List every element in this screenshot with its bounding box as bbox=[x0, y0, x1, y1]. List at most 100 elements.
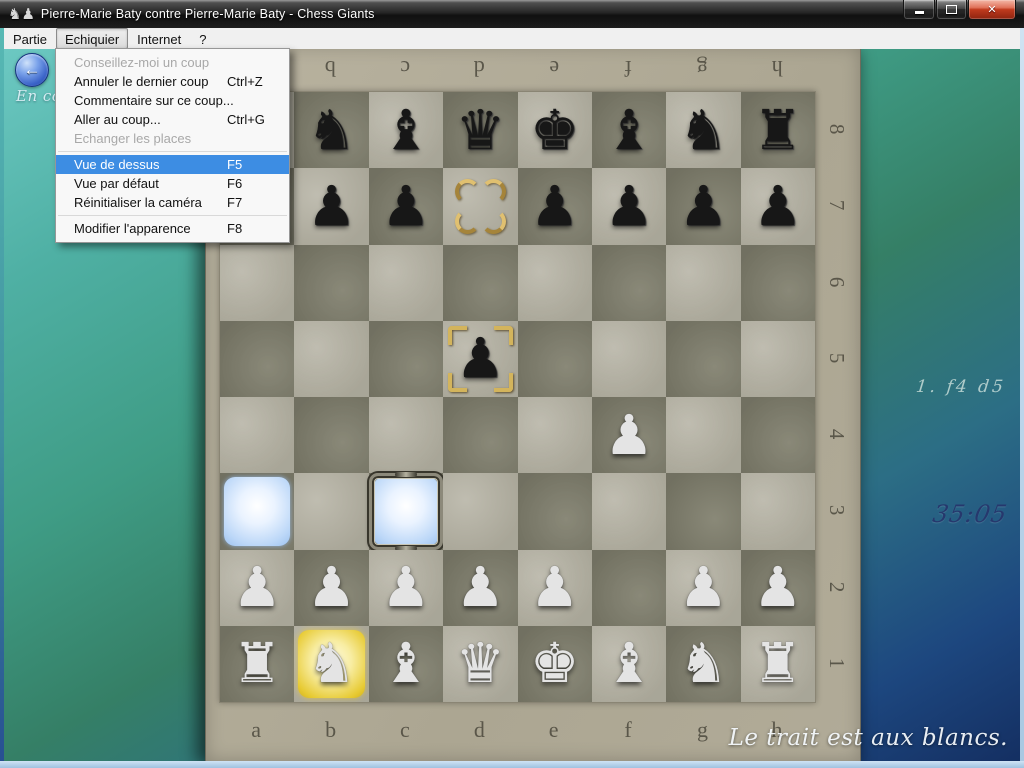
menu-item-label: Echanger les places bbox=[74, 131, 227, 146]
piece-white-knight: ♞ bbox=[666, 626, 740, 702]
menu-item[interactable]: Annuler le dernier coupCtrl+Z bbox=[56, 72, 289, 91]
square-b4[interactable] bbox=[294, 397, 368, 473]
square-d4[interactable] bbox=[443, 397, 517, 473]
square-d5[interactable]: ♟ bbox=[443, 321, 517, 397]
minimize-button[interactable] bbox=[903, 0, 935, 20]
title-bar[interactable]: ♞♟ Pierre-Marie Baty contre Pierre-Marie… bbox=[0, 0, 1024, 29]
square-c5[interactable] bbox=[369, 321, 443, 397]
square-f6[interactable] bbox=[592, 245, 666, 321]
menubar-item-echiquier[interactable]: Echiquier bbox=[56, 28, 128, 49]
square-e4[interactable] bbox=[518, 397, 592, 473]
menu-item[interactable]: Vue par défautF6 bbox=[56, 174, 289, 193]
square-e1[interactable]: ♚ bbox=[518, 626, 592, 702]
square-c7[interactable]: ♟ bbox=[369, 168, 443, 244]
rank-label-3: 3 bbox=[799, 487, 875, 533]
window-controls: ✕ bbox=[902, 0, 1016, 20]
maximize-icon bbox=[946, 5, 957, 14]
square-d1[interactable]: ♛ bbox=[443, 626, 517, 702]
square-d3[interactable] bbox=[443, 473, 517, 549]
piece-black-pawn: ♟ bbox=[518, 168, 592, 244]
window-title: Pierre-Marie Baty contre Pierre-Marie Ba… bbox=[41, 7, 375, 21]
menu-item-label: Modifier l'apparence bbox=[74, 221, 227, 236]
rank-label-8: 8 bbox=[799, 106, 875, 152]
square-b6[interactable] bbox=[294, 245, 368, 321]
minimize-icon bbox=[915, 11, 924, 14]
square-b8[interactable]: ♞ bbox=[294, 92, 368, 168]
close-button[interactable]: ✕ bbox=[968, 0, 1016, 20]
square-g3[interactable] bbox=[666, 473, 740, 549]
square-d6[interactable] bbox=[443, 245, 517, 321]
piece-black-pawn: ♟ bbox=[592, 168, 666, 244]
menu-item[interactable]: Commentaire sur ce coup... bbox=[56, 91, 289, 110]
menu-item-shortcut: Ctrl+Z bbox=[227, 74, 279, 89]
square-f5[interactable] bbox=[592, 321, 666, 397]
square-a2[interactable]: ♟ bbox=[220, 550, 294, 626]
menubar-item-internet[interactable]: Internet bbox=[128, 28, 190, 49]
piece-black-bishop: ♝ bbox=[369, 92, 443, 168]
maximize-button[interactable] bbox=[936, 0, 967, 20]
square-a5[interactable] bbox=[220, 321, 294, 397]
square-g4[interactable] bbox=[666, 397, 740, 473]
square-e6[interactable] bbox=[518, 245, 592, 321]
menu-item[interactable]: Aller au coup...Ctrl+G bbox=[56, 110, 289, 129]
square-b7[interactable]: ♟ bbox=[294, 168, 368, 244]
last-move-origin-chevron bbox=[481, 179, 506, 204]
board-grid: ♜♞♝♛♚♝♞♜♟♟♟♟♟♟♟♟♟♟♟♟♟♟♟♟♜♞♝♛♚♝♞♜ bbox=[219, 91, 816, 703]
square-e8[interactable]: ♚ bbox=[518, 92, 592, 168]
square-c4[interactable] bbox=[369, 397, 443, 473]
close-icon: ✕ bbox=[987, 3, 996, 16]
square-b2[interactable]: ♟ bbox=[294, 550, 368, 626]
square-b1[interactable]: ♞ bbox=[294, 626, 368, 702]
piece-black-king: ♚ bbox=[518, 92, 592, 168]
square-c1[interactable]: ♝ bbox=[369, 626, 443, 702]
square-e5[interactable] bbox=[518, 321, 592, 397]
file-label-c: c bbox=[368, 49, 442, 91]
chess-board[interactable]: abcdefgh ♜♞♝♛♚♝♞♜♟♟♟♟♟♟♟♟♟♟♟♟♟♟♟♟♜♞♝♛♚♝♞… bbox=[205, 49, 861, 761]
square-d8[interactable]: ♛ bbox=[443, 92, 517, 168]
file-label-b: b bbox=[293, 49, 367, 91]
square-b5[interactable] bbox=[294, 321, 368, 397]
back-button[interactable]: ← bbox=[15, 53, 49, 87]
square-e3[interactable] bbox=[518, 473, 592, 549]
piece-white-pawn: ♟ bbox=[666, 550, 740, 626]
window-border-bottom bbox=[0, 761, 1024, 768]
square-d2[interactable]: ♟ bbox=[443, 550, 517, 626]
menubar-item-partie[interactable]: Partie bbox=[4, 28, 56, 49]
square-f4[interactable]: ♟ bbox=[592, 397, 666, 473]
menu-item[interactable]: Réinitialiser la caméraF7 bbox=[56, 193, 289, 212]
file-label-a: a bbox=[219, 701, 293, 759]
menu-item-shortcut: Ctrl+G bbox=[227, 112, 279, 127]
square-g8[interactable]: ♞ bbox=[666, 92, 740, 168]
square-a6[interactable] bbox=[220, 245, 294, 321]
last-move-corner-marker bbox=[494, 326, 513, 345]
menu-item[interactable]: Vue de dessusF5 bbox=[56, 155, 289, 174]
square-f2[interactable] bbox=[592, 550, 666, 626]
square-c3[interactable] bbox=[369, 473, 443, 549]
square-g7[interactable]: ♟ bbox=[666, 168, 740, 244]
piece-white-pawn: ♟ bbox=[294, 550, 368, 626]
square-d7[interactable] bbox=[443, 168, 517, 244]
file-label-h: h bbox=[740, 49, 814, 91]
square-f3[interactable] bbox=[592, 473, 666, 549]
rank-label-2: 2 bbox=[799, 564, 875, 610]
menubar-item-?[interactable]: ? bbox=[190, 28, 215, 49]
square-c8[interactable]: ♝ bbox=[369, 92, 443, 168]
square-f7[interactable]: ♟ bbox=[592, 168, 666, 244]
square-a3[interactable] bbox=[220, 473, 294, 549]
menu-item[interactable]: Modifier l'apparenceF8 bbox=[56, 219, 289, 238]
menu-item-label: Vue par défaut bbox=[74, 176, 227, 191]
square-g6[interactable] bbox=[666, 245, 740, 321]
square-g1[interactable]: ♞ bbox=[666, 626, 740, 702]
square-c2[interactable]: ♟ bbox=[369, 550, 443, 626]
square-a1[interactable]: ♜ bbox=[220, 626, 294, 702]
piece-black-pawn: ♟ bbox=[369, 168, 443, 244]
square-a4[interactable] bbox=[220, 397, 294, 473]
square-e2[interactable]: ♟ bbox=[518, 550, 592, 626]
square-f8[interactable]: ♝ bbox=[592, 92, 666, 168]
square-e7[interactable]: ♟ bbox=[518, 168, 592, 244]
square-f1[interactable]: ♝ bbox=[592, 626, 666, 702]
square-c6[interactable] bbox=[369, 245, 443, 321]
square-g5[interactable] bbox=[666, 321, 740, 397]
square-g2[interactable]: ♟ bbox=[666, 550, 740, 626]
square-b3[interactable] bbox=[294, 473, 368, 549]
